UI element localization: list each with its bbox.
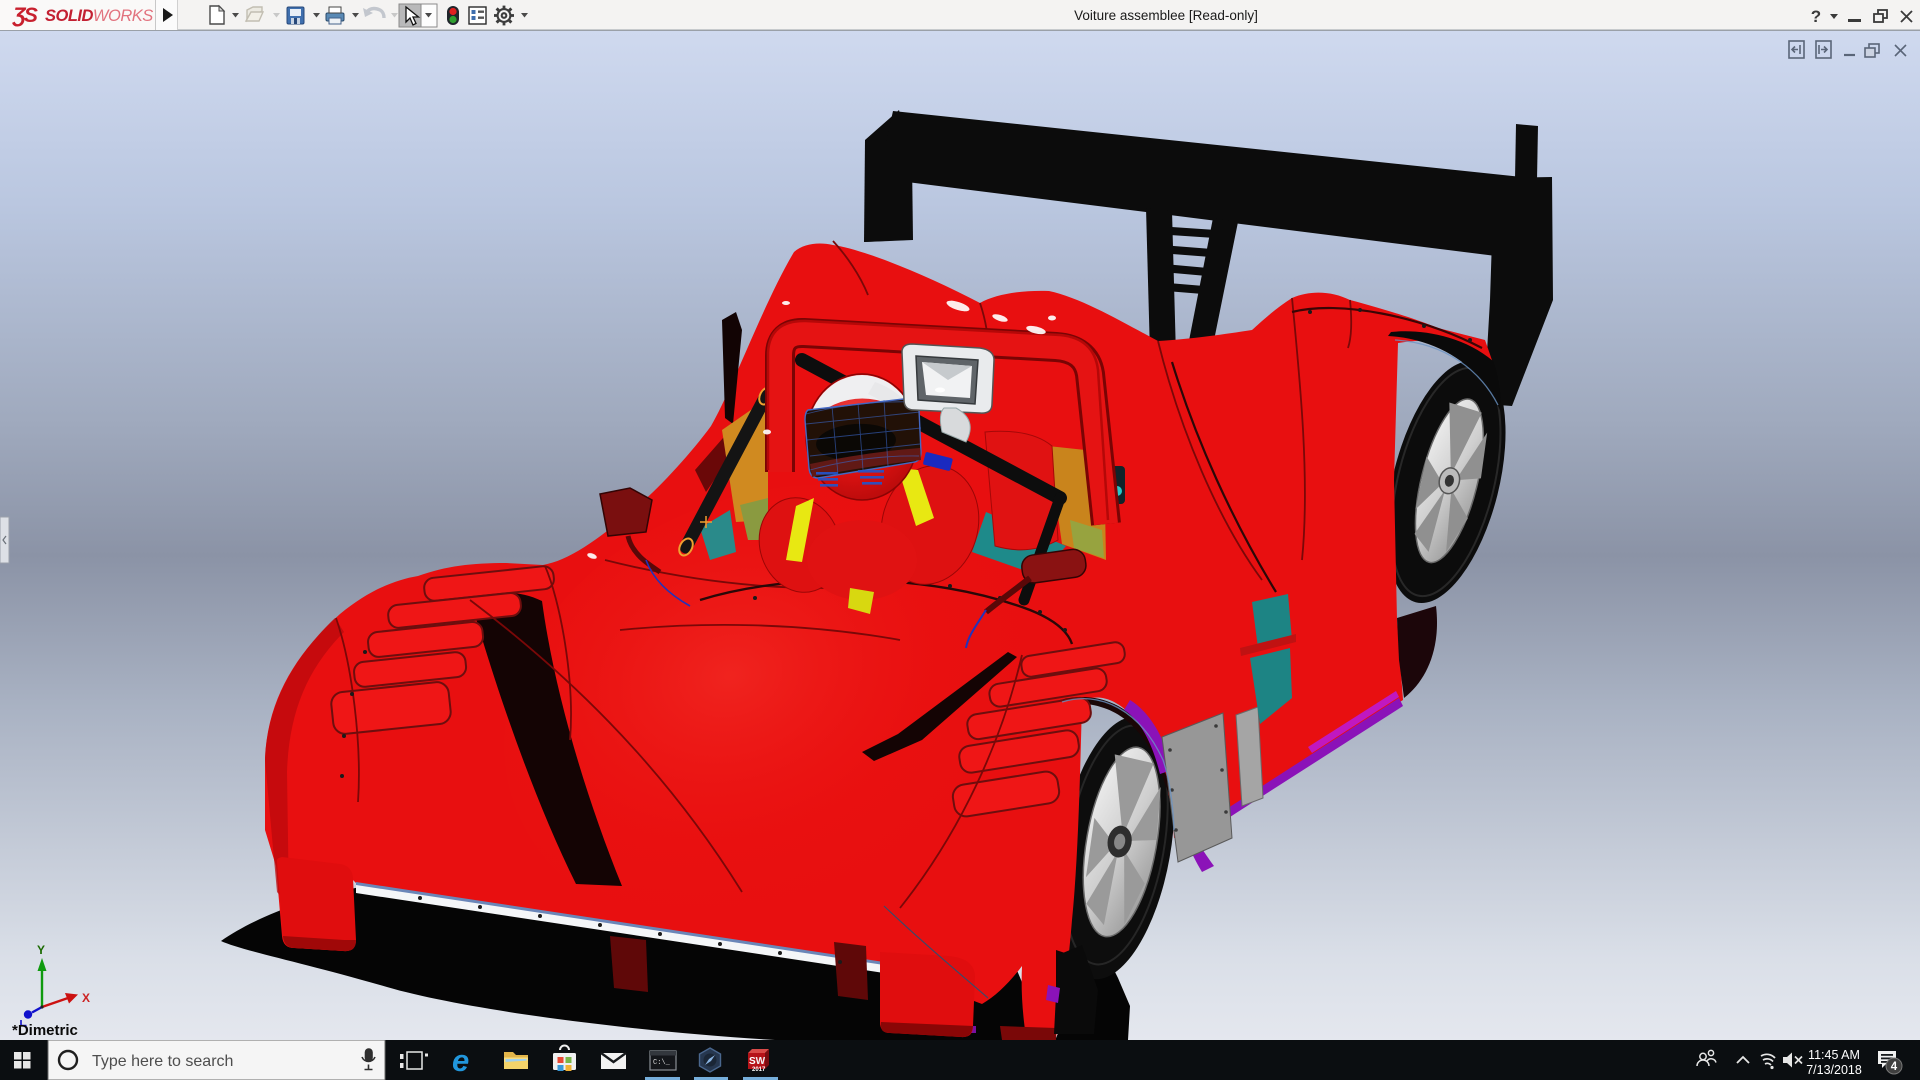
svg-text:*Dimetric: *Dimetric: [12, 1022, 78, 1039]
svg-text:e: e: [452, 1043, 469, 1078]
svg-text:2017: 2017: [752, 1067, 766, 1073]
svg-text:SOLIDWORKS: SOLIDWORKS: [45, 7, 153, 25]
svg-text:SW: SW: [749, 1056, 766, 1067]
svg-text:Voiture assemblee [Read-only]: Voiture assemblee [Read-only]: [1074, 8, 1258, 23]
svg-text:4: 4: [1891, 1061, 1898, 1073]
svg-text:Type here to search: Type here to search: [92, 1053, 233, 1070]
svg-text:C:\_: C:\_: [653, 1059, 671, 1067]
svg-text:7/13/2018: 7/13/2018: [1806, 1063, 1862, 1077]
svg-text:X: X: [82, 991, 90, 1005]
svg-text:ƷS: ƷS: [12, 4, 38, 27]
svg-text:?: ?: [1811, 7, 1821, 26]
svg-text:Y: Y: [37, 943, 45, 957]
svg-text:11:45 AM: 11:45 AM: [1808, 1048, 1860, 1062]
